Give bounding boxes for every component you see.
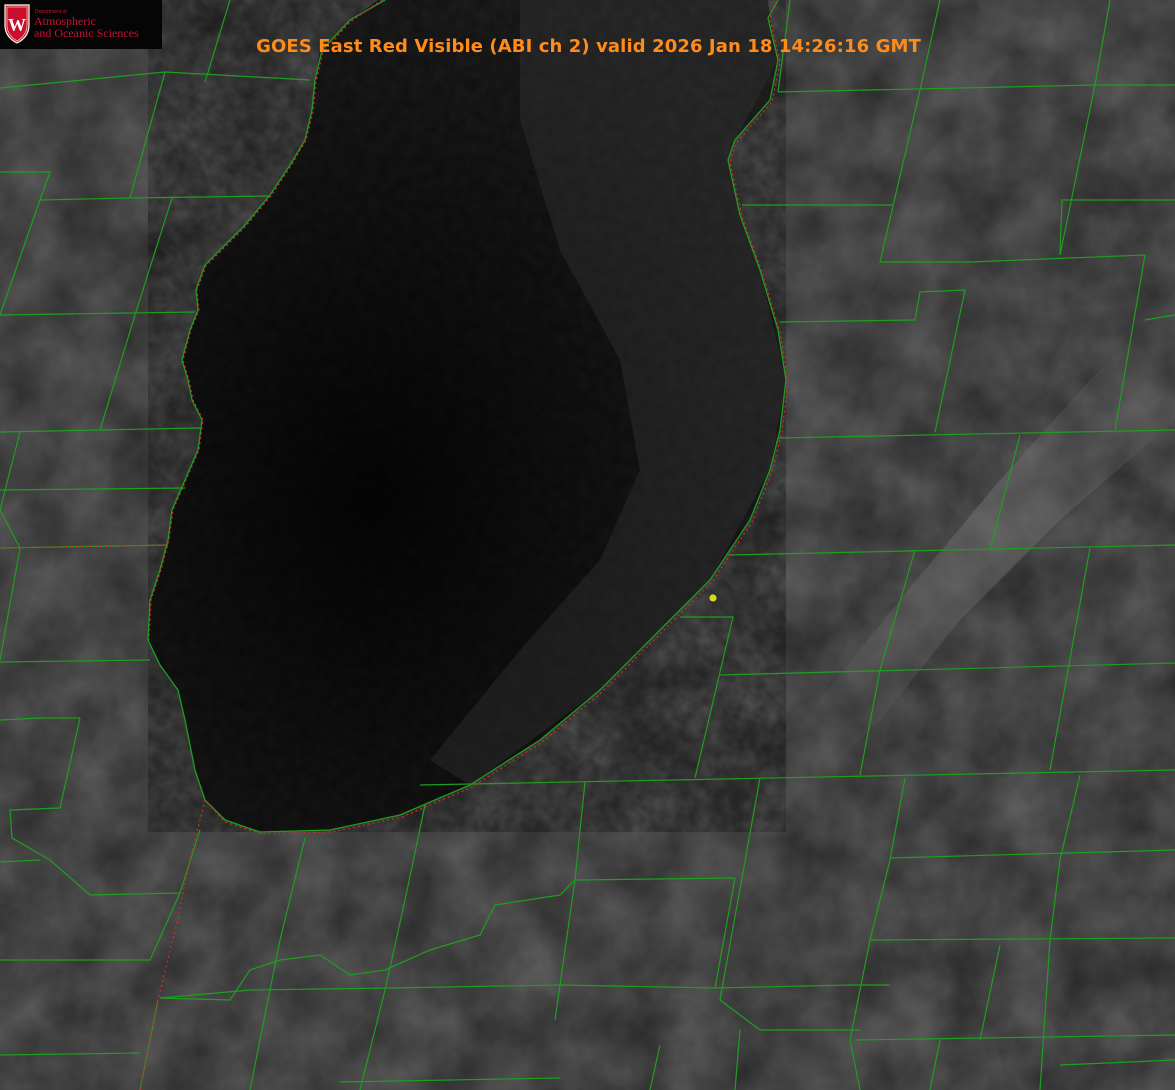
station-marker (709, 594, 717, 602)
satellite-imagery (0, 0, 1175, 1090)
satellite-image-frame: W Department of Atmospheric and Oceanic … (0, 0, 1175, 1090)
image-title: GOES East Red Visible (ABI ch 2) valid 2… (256, 36, 921, 57)
crest-letter: W (8, 15, 26, 35)
